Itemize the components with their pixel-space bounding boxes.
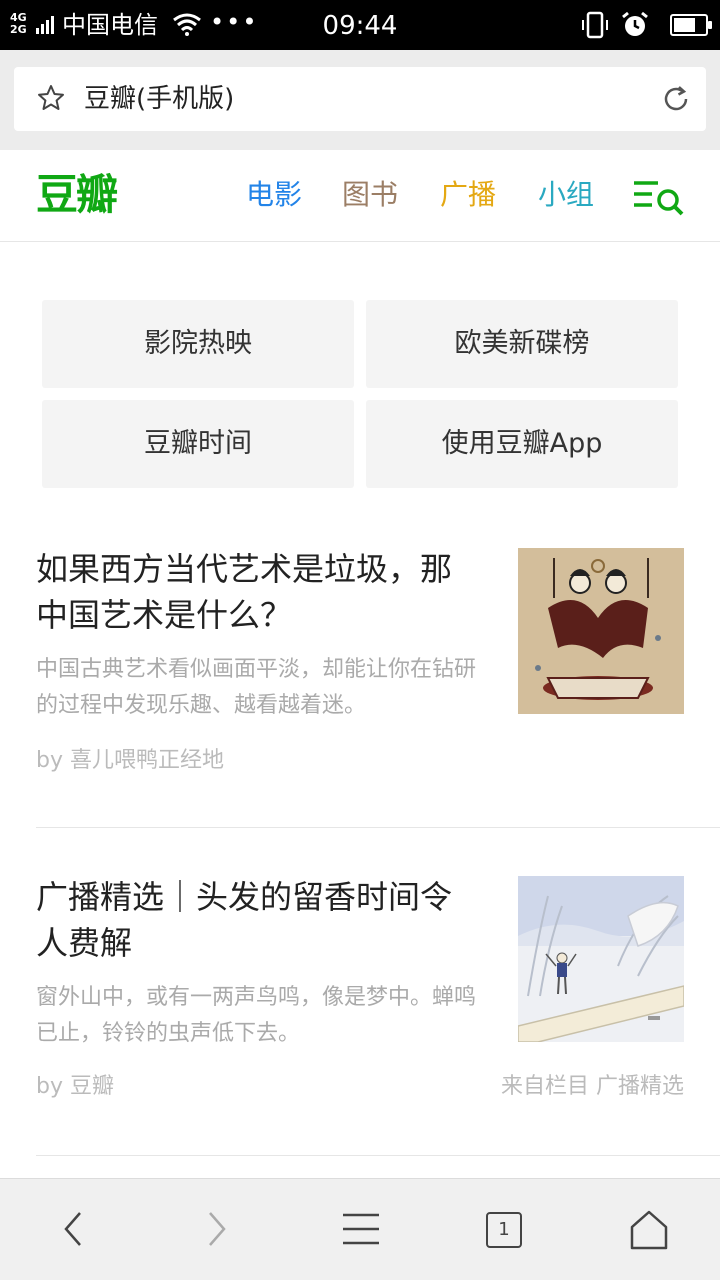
reload-icon[interactable] xyxy=(660,83,692,115)
feed-item-title[interactable]: 广播精选｜头发的留香时间令人费解 xyxy=(36,874,476,966)
feed-item[interactable]: 广播精选｜头发的留香时间令人费解 窗外山中，或有一两声鸟鸣，像是梦中。蝉鸣已止，… xyxy=(36,874,720,1114)
feed-item[interactable]: 如果西方当代艺术是垃圾，那中国艺术是什么？ 中国古典艺术看似画面平淡，却能让你在… xyxy=(36,546,720,786)
quick-link-use-app[interactable]: 使用豆瓣App xyxy=(366,400,678,488)
feed-item-title[interactable]: 如果西方当代艺术是垃圾，那中国艺术是什么？ xyxy=(36,546,476,638)
forward-icon[interactable] xyxy=(202,1209,232,1249)
feed-divider xyxy=(36,1155,720,1156)
vibrate-icon xyxy=(582,11,608,39)
bookmark-star-icon[interactable] xyxy=(36,83,66,113)
nav-movie[interactable]: 电影 xyxy=(246,176,302,214)
status-bar: 4G 2G 中国电信 ••• 09:44 xyxy=(0,0,720,50)
feed-item-thumbnail[interactable] xyxy=(518,876,684,1042)
back-icon[interactable] xyxy=(58,1209,88,1249)
nav-book[interactable]: 图书 xyxy=(342,176,398,214)
browser-toolbar: 1 xyxy=(0,1178,720,1280)
nav-group[interactable]: 小组 xyxy=(538,176,594,214)
browser-address-area: 豆瓣(手机版) xyxy=(0,50,720,150)
quick-link-now-playing[interactable]: 影院热映 xyxy=(42,300,354,388)
quick-link-douban-time[interactable]: 豆瓣时间 xyxy=(42,400,354,488)
feed-item-desc: 窗外山中，或有一两声鸟鸣，像是梦中。蝉鸣已止，铃铃的虫声低下去。 xyxy=(36,985,477,1046)
douban-logo[interactable]: 豆瓣 xyxy=(36,170,118,220)
address-bar[interactable]: 豆瓣(手机版) xyxy=(14,67,706,131)
quick-link-western-albums[interactable]: 欧美新碟榜 xyxy=(366,300,678,388)
alarm-icon xyxy=(622,11,648,36)
feed-divider xyxy=(36,827,720,828)
battery-icon xyxy=(670,14,712,36)
feed-item-author[interactable]: by 豆瓣 xyxy=(36,1072,114,1102)
nav-broadcast[interactable]: 广播 xyxy=(440,176,496,214)
site-header: 豆瓣 电影 图书 广播 小组 xyxy=(0,150,720,242)
feed-item-source[interactable]: 来自栏目 广播精选 xyxy=(501,1072,684,1102)
feed-item-desc: 中国古典艺术看似画面平淡，却能让你在钻研的过程中发现乐趣、越看越着迷。 xyxy=(36,657,477,718)
feed-item-thumbnail[interactable] xyxy=(518,548,684,714)
clock: 09:44 xyxy=(322,11,398,41)
feed-item-author[interactable]: by 喜儿喂鸭正经地 xyxy=(36,746,224,776)
page-title[interactable]: 豆瓣(手机版) xyxy=(84,81,234,117)
tabs-button[interactable]: 1 xyxy=(486,1212,522,1248)
menu-search-icon[interactable] xyxy=(632,178,686,218)
menu-icon[interactable] xyxy=(341,1209,381,1249)
home-icon[interactable] xyxy=(628,1209,670,1251)
